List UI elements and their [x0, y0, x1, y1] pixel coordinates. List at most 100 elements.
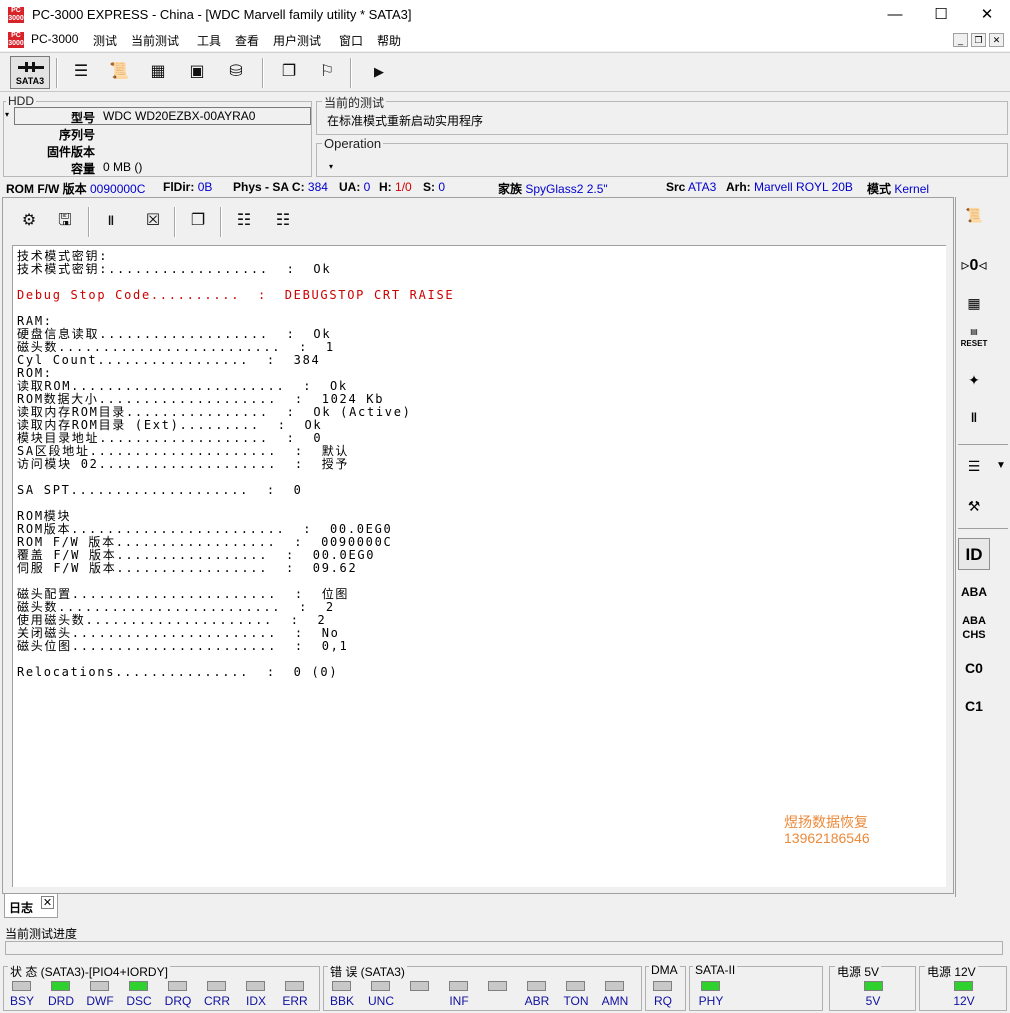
id-button[interactable]: ID: [958, 538, 990, 570]
restart-utility-icon[interactable]: ⚙: [14, 206, 44, 236]
scroll-info-icon[interactable]: 📜: [104, 57, 134, 87]
dma-rq-label: RQ: [654, 994, 672, 1008]
main-toolbar: SATA3 ☰ 📜 ▦ ▣ ⛁ ❐ ⚐ ▶: [0, 52, 1010, 92]
log-tab-close-icon[interactable]: ✕: [41, 896, 54, 909]
phys-label: Phys - SA C:: [233, 180, 305, 194]
status-led: [371, 981, 390, 991]
status-led-label: DWF: [86, 994, 114, 1008]
save-disk-icon[interactable]: 🖫: [50, 206, 80, 236]
current-test-label: 当前的测试: [322, 94, 387, 111]
head-zero-icon[interactable]: ▹0◃: [958, 250, 990, 282]
menu-tools[interactable]: 工具: [197, 32, 221, 49]
sidebar-pause-icon[interactable]: ‖: [958, 402, 990, 434]
log-line: 技术模式密钥:.................. : Ok: [17, 262, 332, 276]
status-led: [12, 981, 31, 991]
delete-save-icon[interactable]: ☒: [138, 206, 168, 236]
aba-chs-button[interactable]: ABA CHS: [958, 614, 990, 646]
log-line: Relocations............... : 0 (0): [17, 665, 339, 679]
log-tab[interactable]: 日志 ✕: [4, 894, 58, 918]
phys-value: 384: [307, 180, 328, 194]
settings-list-icon[interactable]: ☰: [958, 450, 990, 482]
fldir-value: 0B: [197, 180, 213, 194]
menu-help[interactable]: 帮助: [377, 32, 401, 49]
status-led-label: DRD: [48, 994, 74, 1008]
hdd-info-icon[interactable]: ▣: [182, 57, 212, 87]
sidebar-divider: [955, 197, 956, 897]
status-led-label: BBK: [329, 994, 354, 1008]
serial-label: 序列号: [58, 128, 95, 142]
run-script-icon[interactable]: ⚐: [312, 57, 342, 87]
status-led-label: INF: [449, 994, 469, 1008]
status-led: [410, 981, 429, 991]
menu-current-test[interactable]: 当前测试: [131, 32, 179, 49]
settings-dropdown-icon[interactable]: ▼: [996, 460, 1006, 471]
chip-icon[interactable]: ▦: [143, 57, 173, 87]
status-led: [246, 981, 265, 991]
menu-test[interactable]: 测试: [93, 32, 117, 49]
watermark-phone: 13962186546: [784, 830, 870, 846]
power12-group-label: 电源 12V: [925, 963, 978, 980]
minimize-button[interactable]: —: [872, 0, 918, 30]
menu-user-test[interactable]: 用户测试: [273, 32, 321, 49]
status-led-label: DSC: [126, 994, 152, 1008]
log-line: Cyl Count................. : 384: [17, 353, 321, 367]
sidebar-separator: [958, 528, 1008, 529]
log-line: 伺服 F/W 版本................. : 09.62: [17, 561, 358, 575]
search-next-binoculars-icon[interactable]: ☷: [268, 206, 298, 236]
scroll-log-icon[interactable]: 📜: [958, 199, 990, 231]
disk-icon[interactable]: ⛁: [221, 57, 251, 87]
status-led: [207, 981, 226, 991]
sata-connector-icon: [18, 62, 44, 72]
tools-icon[interactable]: ⚒: [958, 490, 990, 522]
maximize-button[interactable]: ☐: [918, 0, 964, 30]
mdi-restore-button[interactable]: ❐: [971, 33, 986, 47]
status-led: [51, 981, 70, 991]
status-led: [285, 981, 304, 991]
status-led: [566, 981, 585, 991]
sata3-button[interactable]: SATA3: [10, 56, 50, 89]
menu-pc3000[interactable]: PC-3000: [31, 32, 78, 46]
search-binoculars-icon[interactable]: ☷: [229, 206, 259, 236]
copy-icon[interactable]: ❐: [183, 206, 213, 236]
mode-value: Kernel: [894, 182, 930, 196]
family-label: 家族: [498, 182, 523, 196]
copy-windows-icon[interactable]: ❐: [274, 57, 304, 87]
fldir-label: FlDir:: [163, 180, 195, 194]
pause-icon[interactable]: ‖: [96, 206, 126, 236]
aba-chs-top: ABA: [962, 615, 986, 627]
drive-settings-icon[interactable]: ☰: [66, 57, 96, 87]
mdi-app-icon[interactable]: PC 3000: [8, 32, 24, 48]
status-led-label: TON: [563, 994, 589, 1008]
reset-button[interactable]: ▤ RESET: [958, 326, 990, 358]
reset-icon: ▤: [970, 327, 978, 336]
c0-button[interactable]: C0: [958, 652, 990, 684]
rom-fw-label: ROM F/W 版本: [6, 182, 87, 196]
menu-window[interactable]: 窗口: [339, 32, 363, 49]
menu-view[interactable]: 查看: [235, 32, 259, 49]
power-switch-icon[interactable]: ✦: [958, 364, 990, 396]
play-icon[interactable]: ▶: [364, 57, 394, 87]
h-info: H: 1/0: [379, 180, 412, 194]
arh-info: Arh: Marvell ROYL 20B: [726, 180, 853, 194]
log-area[interactable]: 技术模式密钥: 技术模式密钥:.................. : Ok Deb…: [12, 245, 946, 887]
power12-label: 12V: [953, 994, 975, 1008]
power5-led[interactable]: [864, 981, 883, 991]
status-led-label: IDX: [245, 994, 266, 1008]
power12-led[interactable]: [954, 981, 973, 991]
toolbar-separator: [174, 207, 176, 237]
operation-label: Operation: [322, 136, 384, 151]
phys-info: Phys - SA C: 384: [233, 180, 328, 194]
c1-button[interactable]: C1: [958, 690, 990, 722]
aba-button[interactable]: ABA: [958, 576, 990, 608]
toolbar-separator: [262, 58, 264, 88]
chip-board-icon[interactable]: ▦: [958, 287, 990, 319]
close-window-button[interactable]: ✕: [964, 0, 1010, 30]
capacity-label: 容量: [70, 162, 95, 176]
mdi-minimize-button[interactable]: _: [953, 33, 968, 47]
toolbar-separator: [220, 207, 222, 237]
aba-chs-bottom: CHS: [962, 629, 986, 641]
operation-dropdown-icon[interactable]: ▾: [329, 162, 333, 171]
status-led-label: CRR: [204, 994, 230, 1008]
arh-label: Arh:: [726, 180, 751, 194]
mdi-close-button[interactable]: ✕: [989, 33, 1004, 47]
